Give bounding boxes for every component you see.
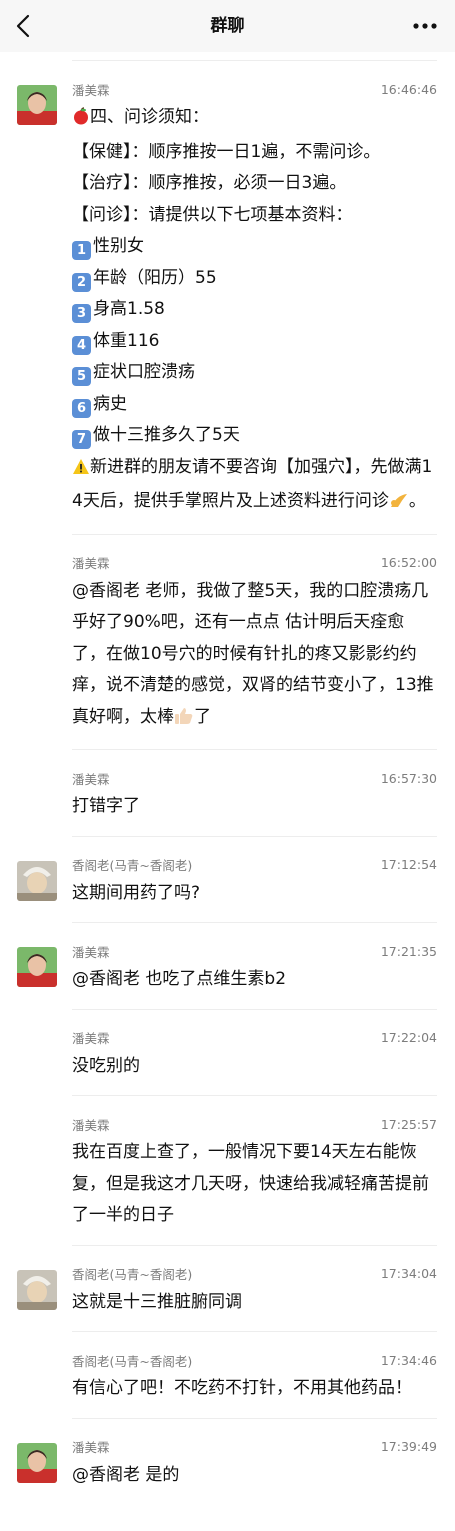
- thumbs-up-emoji: [174, 705, 194, 737]
- line-text: 身高1.58: [93, 299, 165, 319]
- keycap-7-icon: 7: [72, 430, 91, 449]
- keycap-3-icon: 3: [72, 304, 91, 323]
- red-apple-emoji: [72, 105, 90, 137]
- line-text: 性别女: [93, 236, 144, 256]
- message: 潘美霖 16:46:46 四、问诊须知： 【保健】：顺序推按一日1遍，不需问诊。…: [0, 61, 455, 534]
- message: 香阁老(马青~香阁老) 17:12:54 这期间用药了吗?: [0, 837, 455, 923]
- avatar[interactable]: [17, 85, 57, 125]
- sender-name[interactable]: 香阁老(马青~香阁老): [72, 1264, 192, 1283]
- more-dots-icon: [413, 23, 437, 29]
- message-time: 16:52:00: [380, 555, 437, 570]
- line-text: @香阁老 老师，我做了整5天，我的口腔溃疡几乎好了90%吧，还有一点点 估计明后…: [72, 580, 434, 727]
- message-time: 17:21:35: [380, 943, 437, 959]
- message-text: @香阁老 老师，我做了整5天，我的口腔溃疡几乎好了90%吧，还有一点点 估计明后…: [72, 576, 437, 750]
- keycap-1-icon: 1: [72, 241, 91, 260]
- avatar[interactable]: [17, 947, 57, 987]
- message-text: @香阁老 是的: [72, 1464, 180, 1485]
- message-text: 打错字了: [72, 796, 140, 816]
- sender-name[interactable]: 潘美霖: [72, 942, 110, 961]
- line-text: 了: [194, 706, 211, 727]
- line-text: 症状口腔溃疡: [93, 362, 195, 382]
- chat-title: 群聊: [210, 16, 245, 36]
- sender-name[interactable]: 潘美霖: [72, 553, 110, 572]
- line-text: 体重116: [93, 330, 160, 351]
- message: 香阁老(马青~香阁老) 17:34:04 这就是十三推脏腑同调: [0, 1246, 455, 1332]
- message: 潘美霖 17:25:57 我在百度上查了，一般情况下要14天左右能恢复，但是我这…: [0, 1096, 455, 1245]
- more-button[interactable]: [411, 14, 439, 38]
- keycap-6-icon: 6: [72, 398, 91, 418]
- message-text: 这就是十三推脏腑同调: [72, 1291, 242, 1312]
- message-time: 17:39:49: [380, 1439, 437, 1454]
- message-text: 四、问诊须知： 【保健】：顺序推按一日1遍，不需问诊。 【治疗】：顺序推按，必须…: [72, 102, 437, 534]
- message-time: 17:34:46: [380, 1352, 437, 1368]
- keycap-4-icon: 4: [72, 335, 91, 355]
- message-text: 我在百度上查了，一般情况下要14天左右能恢复，但是我这才几天呀，快速给我减轻痛苦…: [72, 1142, 429, 1225]
- sender-name[interactable]: 香阁老(马青~香阁老): [72, 855, 192, 874]
- top-bar: 群聊: [0, 0, 455, 52]
- message: 潘美霖 17:39:49 @香阁老 是的: [0, 1419, 455, 1505]
- sender-name[interactable]: 潘美霖: [72, 1028, 110, 1047]
- line-text: 做十三推多久了5天: [93, 425, 240, 445]
- line-text: 【治疗】：顺序推按，必须一日3遍。: [72, 173, 347, 193]
- message-time: 16:46:46: [380, 81, 437, 97]
- line-text: 新进群的朋友请不要咨询【加强穴】，先做满14天后，提供手掌照片及上述资料进行问诊: [72, 456, 433, 512]
- message-text: @香阁老 也吃了点维生素b2: [72, 969, 287, 989]
- warning-emoji: [72, 455, 90, 487]
- avatar[interactable]: [17, 860, 57, 901]
- message-text: 这期间用药了吗?: [72, 882, 201, 903]
- line-text: 年龄（阳历）55: [93, 267, 217, 288]
- sender-name[interactable]: 潘美霖: [72, 1115, 110, 1134]
- sender-name[interactable]: 潘美霖: [72, 1437, 110, 1456]
- line-text: 【问诊】：请提供以下七项基本资料：: [72, 204, 353, 225]
- bow-emoji: [389, 489, 409, 521]
- keycap-5-icon: 5: [72, 367, 91, 386]
- sender-name[interactable]: 潘美霖: [72, 769, 110, 788]
- message: 潘美霖 16:52:00 @香阁老 老师，我做了整5天，我的口腔溃疡几乎好了90…: [0, 535, 455, 750]
- message: 潘美霖 17:21:35 @香阁老 也吃了点维生素b2: [0, 923, 455, 1009]
- message: 潘美霖 17:22:04 没吃别的: [0, 1010, 455, 1096]
- message-time: 16:57:30: [380, 770, 437, 786]
- line-text: 。: [408, 491, 426, 511]
- line-text: 四、问诊须知：: [90, 107, 209, 127]
- keycap-2-icon: 2: [72, 272, 91, 292]
- message-time: 17:34:04: [380, 1266, 437, 1281]
- message: 香阁老(马青~香阁老) 17:34:46 有信心了吧！不吃药不打针，不用其他药品…: [0, 1332, 455, 1418]
- message-time: 17:22:04: [380, 1030, 437, 1045]
- line-text: 病史: [93, 393, 127, 414]
- message-time: 17:12:54: [380, 857, 437, 872]
- sender-name[interactable]: 香阁老(马青~香阁老): [72, 1351, 192, 1370]
- message-text: 有信心了吧！不吃药不打针，不用其他药品！: [72, 1378, 412, 1398]
- sender-name[interactable]: 潘美霖: [72, 80, 110, 99]
- message-time: 17:25:57: [380, 1116, 437, 1132]
- message-text: 没吃别的: [72, 1055, 140, 1076]
- avatar[interactable]: [17, 1442, 57, 1483]
- message: 潘美霖 16:57:30 打错字了: [0, 750, 455, 836]
- avatar[interactable]: [17, 1269, 57, 1310]
- line-text: 【保健】：顺序推按一日1遍，不需问诊。: [72, 141, 381, 162]
